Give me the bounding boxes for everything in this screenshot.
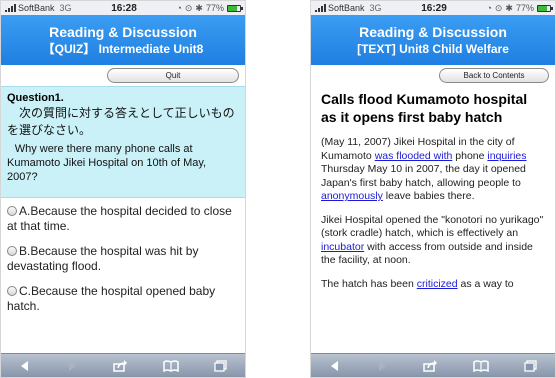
article-paragraph: The hatch has been criticized as a way t…	[321, 278, 545, 292]
option-a[interactable]: A.Because the hospital decided to close …	[7, 204, 239, 234]
option-label: C.Because the hospital opened baby hatch…	[7, 284, 216, 313]
battery-icon	[536, 4, 553, 12]
header-subtitle: 【QUIZ】 Intermediate Unit8	[42, 41, 204, 56]
header-title: Reading & Discussion	[49, 23, 197, 40]
header-title: Reading & Discussion	[359, 23, 507, 40]
back-to-contents-button[interactable]: Back to Contents	[439, 68, 549, 83]
radio-icon[interactable]	[7, 246, 17, 256]
battery-percent: 77%	[205, 3, 224, 13]
option-c[interactable]: C.Because the hospital opened baby hatch…	[7, 284, 239, 314]
status-right: ◔ ⊙ ✱ 77%	[176, 2, 243, 14]
forward-arrow-icon[interactable]	[66, 360, 78, 372]
paragraph-text: leave babies there.	[382, 190, 475, 202]
signal-icon	[5, 4, 16, 12]
battery-icon	[226, 4, 243, 12]
back-arrow-icon[interactable]	[19, 360, 31, 372]
radio-icon[interactable]	[7, 206, 17, 216]
bluetooth-icon: ✱	[195, 2, 203, 13]
paragraph-text: phone	[452, 149, 488, 162]
status-time: 16:29	[421, 2, 447, 14]
carrier-name: SoftBank	[18, 3, 55, 13]
vocab-link-was-flooded-with[interactable]: was flooded with	[375, 150, 453, 162]
article-title: Calls flood Kumamoto hospital as it open…	[321, 91, 528, 125]
browser-toolbar	[1, 353, 245, 377]
battery-fill	[537, 5, 548, 11]
option-label: B.Because the hospital was hit by devast…	[7, 244, 199, 273]
alarm-icon: ⊙	[184, 2, 193, 13]
question-box: Question1. 次の質問に対する答えとして正しいものを選びなさい。 Why…	[1, 86, 245, 198]
page-header: Reading & Discussion 【QUIZ】 Intermediate…	[1, 15, 245, 65]
network-type: 3G	[369, 3, 382, 13]
carrier-info: SoftBank 3G	[5, 3, 72, 13]
paragraph-text: as a way to	[457, 277, 514, 290]
lock-icon: ◔	[486, 3, 492, 13]
carrier-name: SoftBank	[328, 3, 365, 13]
option-label: A.Because the hospital decided to close …	[7, 204, 232, 233]
text-screen: SoftBank 3G 16:29 ◔ ⊙ ✱ 77% Reading & Di…	[310, 0, 556, 378]
paragraph-text: Jikei Hospital opened the "konotori no y…	[321, 213, 544, 240]
vocab-link-criticized[interactable]: criticized	[417, 278, 458, 290]
share-icon[interactable]	[113, 359, 128, 372]
forward-arrow-icon[interactable]	[376, 360, 388, 372]
question-text: Why were there many phone calls at Kumam…	[7, 143, 207, 183]
vocab-link-inquiries[interactable]: inquiries	[487, 150, 526, 162]
paragraph-text: Thursday May 10 in 2007, the day it open…	[321, 163, 526, 189]
question-instruction: 次の質問に対する答えとして正しいものを選びなさい。	[7, 106, 235, 137]
carrier-info: SoftBank 3G	[315, 3, 382, 13]
article-paragraph: Jikei Hospital opened the "konotori no y…	[321, 214, 545, 268]
alarm-icon: ⊙	[494, 2, 503, 13]
share-icon[interactable]	[423, 359, 438, 372]
network-type: 3G	[59, 3, 72, 13]
bookmarks-icon[interactable]	[163, 359, 179, 372]
signal-icon	[315, 4, 326, 12]
button-row: Quit	[1, 65, 245, 86]
answer-options: A.Because the hospital decided to close …	[1, 198, 245, 314]
status-right: ◔ ⊙ ✱ 77%	[486, 2, 553, 14]
quiz-screen: SoftBank 3G 16:28 ◔ ⊙ ✱ 77% Reading & Di…	[0, 0, 246, 378]
pages-icon[interactable]	[214, 359, 227, 372]
pages-icon[interactable]	[524, 359, 537, 372]
battery-fill	[227, 5, 238, 11]
radio-icon[interactable]	[7, 286, 17, 296]
status-time: 16:28	[111, 2, 137, 14]
bluetooth-icon: ✱	[505, 2, 513, 13]
vocab-link-incubator[interactable]: incubator	[321, 241, 364, 253]
browser-toolbar	[311, 353, 555, 377]
paragraph-text: The hatch has been	[321, 277, 417, 290]
status-bar: SoftBank 3G 16:28 ◔ ⊙ ✱ 77%	[1, 1, 245, 15]
lock-icon: ◔	[176, 3, 182, 13]
status-bar: SoftBank 3G 16:29 ◔ ⊙ ✱ 77%	[311, 1, 555, 15]
header-subtitle: [TEXT] Unit8 Child Welfare	[357, 41, 509, 56]
back-arrow-icon[interactable]	[329, 360, 341, 372]
article-paragraph: (May 11, 2007) Jikei Hospital in the cit…	[321, 136, 545, 204]
quit-button[interactable]: Quit	[107, 68, 239, 83]
article-body: (May 11, 2007) Jikei Hospital in the cit…	[311, 126, 555, 291]
vocab-link-anonymously[interactable]: anonymously	[321, 190, 383, 202]
option-b[interactable]: B.Because the hospital was hit by devast…	[7, 244, 239, 274]
bookmarks-icon[interactable]	[473, 359, 489, 372]
page-header: Reading & Discussion [TEXT] Unit8 Child …	[311, 15, 555, 65]
button-row: Back to Contents	[311, 65, 555, 86]
question-title: Question1.	[7, 92, 64, 104]
battery-percent: 77%	[515, 3, 534, 13]
